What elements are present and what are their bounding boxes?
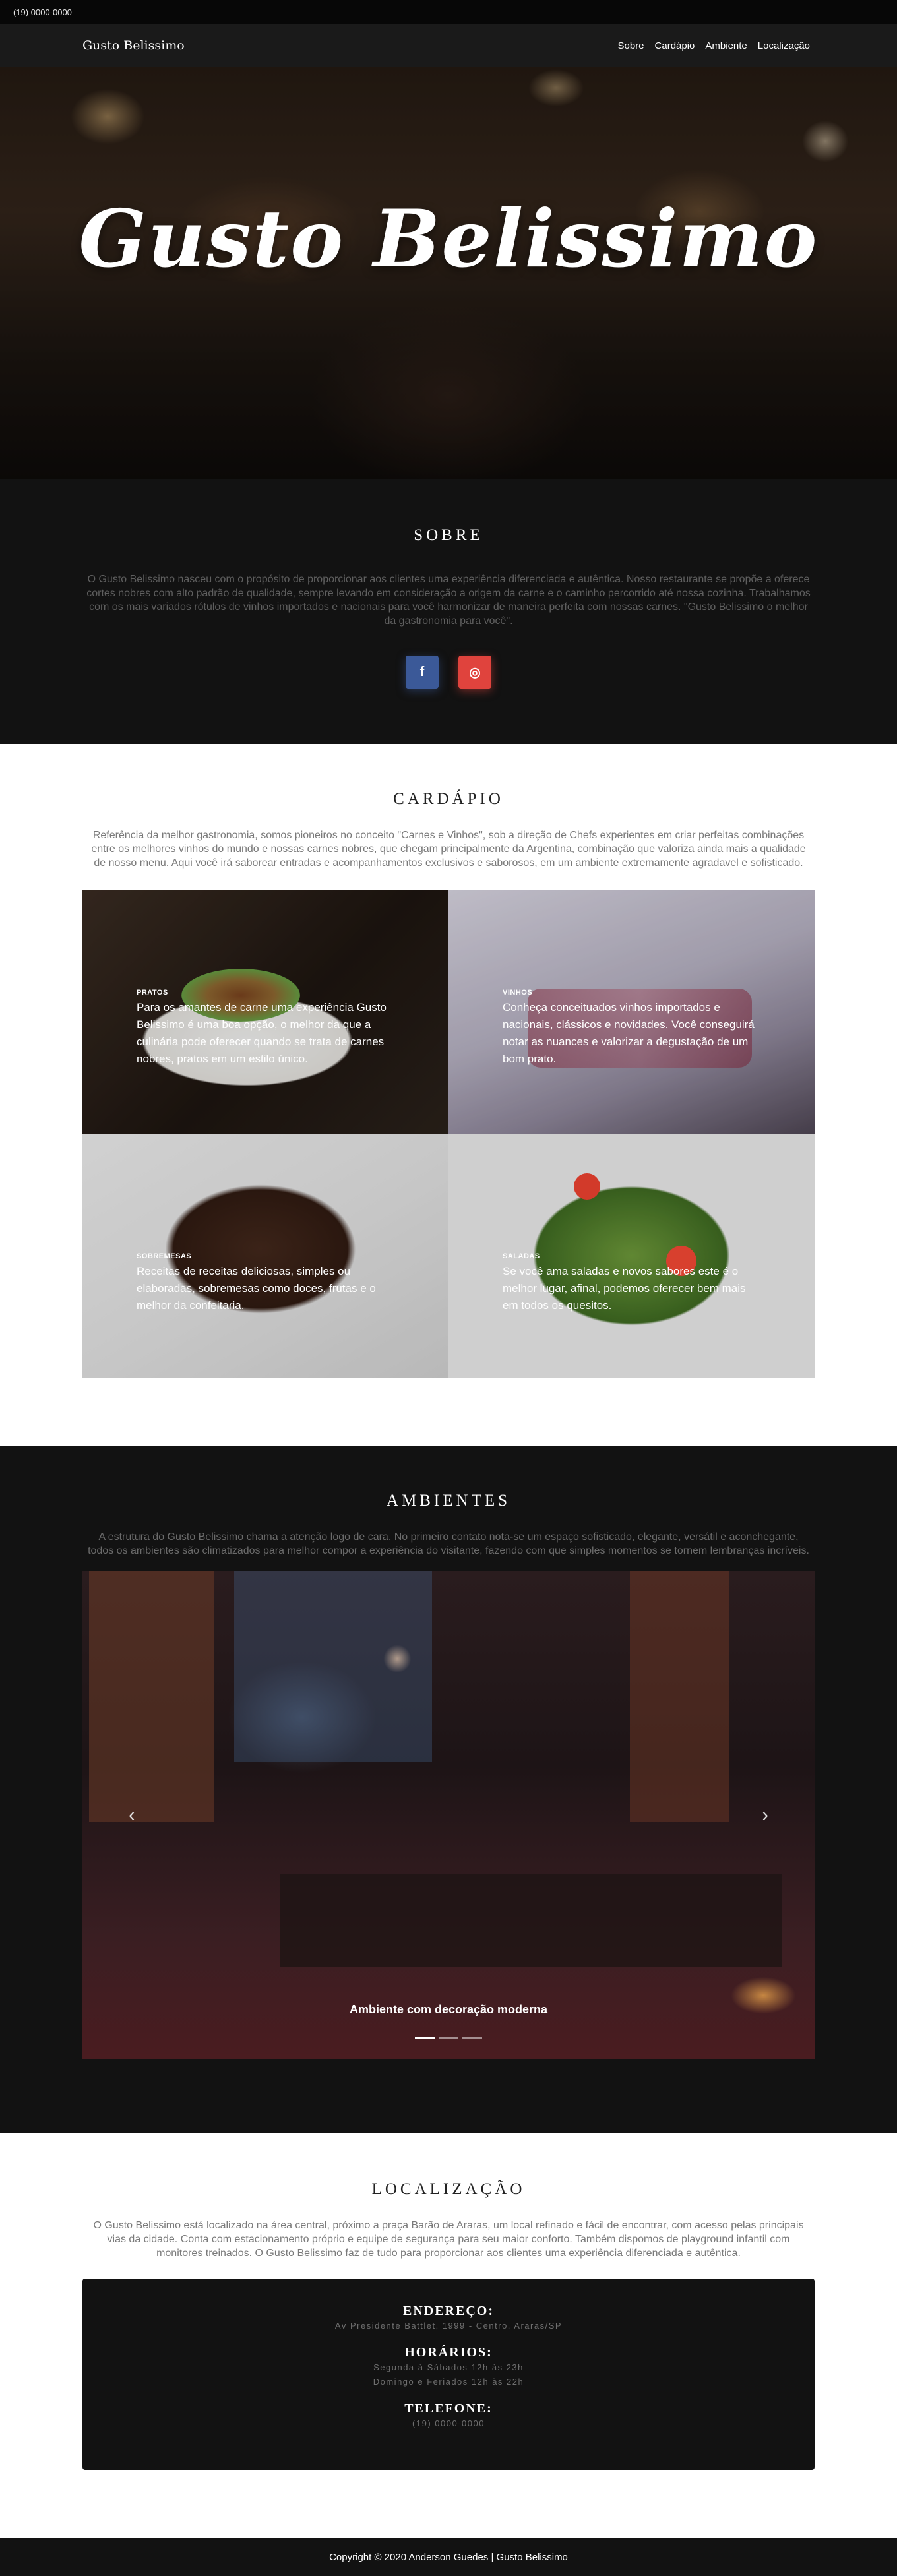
- info-card: ENDEREÇO: Av Presidente Battlet, 1999 - …: [82, 2279, 815, 2470]
- sobre-text: O Gusto Belissimo nasceu com o propósito…: [86, 574, 811, 627]
- facebook-button[interactable]: f: [406, 656, 439, 689]
- horarios-weekend: Domingo e Feriados 12h às 22h: [373, 2377, 524, 2387]
- topbar-phone: (19) 0000-0000: [13, 7, 72, 17]
- localizacao-title: LOCALIZAÇÃO: [371, 2180, 526, 2198]
- endereco-block: ENDEREÇO: Av Presidente Battlet, 1999 - …: [82, 2304, 815, 2333]
- menu-tile-saladas[interactable]: SALADAS Se você ama saladas e novos sabo…: [448, 1134, 815, 1378]
- cardapio-title: CARDÁPIO: [393, 790, 504, 808]
- carousel-indicator[interactable]: [462, 2037, 482, 2039]
- instagram-button[interactable]: ◎: [458, 656, 491, 689]
- endereco-title: ENDEREÇO:: [402, 2304, 494, 2318]
- ambientes-text: A estrutura do Gusto Belissimo chama a a…: [88, 1531, 809, 1556]
- sobre-title: SOBRE: [414, 526, 483, 544]
- social-links: f ◎: [0, 656, 897, 689]
- menu-caption-vinhos: VINHOS Conheça conceituados vinhos impor…: [503, 989, 760, 1068]
- tomato-image: [574, 1173, 600, 1200]
- nav-links: Sobre Cardápio Ambiente Localização: [618, 40, 811, 51]
- endereco-value: Av Presidente Battlet, 1999 - Centro, Ar…: [334, 2321, 563, 2331]
- wall-panel-image: [89, 1571, 214, 1822]
- ambientes-title: AMBIENTES: [386, 1492, 511, 1510]
- menu-caption-pratos: PRATOS Para os amantes de carne uma expe…: [137, 989, 394, 1068]
- menu-tile-pratos[interactable]: PRATOS Para os amantes de carne uma expe…: [82, 890, 448, 1134]
- hero-title: Gusto Belissimo: [78, 193, 819, 286]
- navbar: Gusto Belissimo Sobre Cardápio Ambiente …: [0, 24, 897, 67]
- section-localizacao: LOCALIZAÇÃO O Gusto Belissimo está local…: [0, 2133, 897, 2538]
- menu-title-saladas: SALADAS: [503, 1252, 540, 1260]
- menu-title-sobremesas: SOBREMESAS: [137, 1252, 192, 1260]
- window-image: [234, 1571, 432, 1762]
- nav-link-cardapio[interactable]: Cardápio: [655, 40, 695, 51]
- horarios-weekdays: Segunda à Sábados 12h às 23h: [373, 2362, 524, 2372]
- menu-title-vinhos: VINHOS: [503, 989, 533, 997]
- nav-link-ambiente[interactable]: Ambiente: [705, 40, 747, 51]
- menu-tile-sobremesas[interactable]: SOBREMESAS Receitas de receitas delicios…: [82, 1134, 448, 1378]
- wall-panel-image: [630, 1571, 729, 1822]
- facebook-icon: f: [419, 664, 425, 679]
- footer-copyright: Copyright © 2020 Anderson Guedes | Gusto…: [329, 2551, 568, 2563]
- menu-caption-saladas: SALADAS Se você ama saladas e novos sabo…: [503, 1252, 760, 1314]
- carousel-indicator[interactable]: [439, 2037, 458, 2039]
- topbar: (19) 0000-0000: [0, 0, 897, 24]
- menu-tile-vinhos[interactable]: VINHOS Conheça conceituados vinhos impor…: [448, 890, 815, 1134]
- menu-text-sobremesas: Receitas de receitas deliciosas, simples…: [137, 1265, 376, 1312]
- localizacao-text: O Gusto Belissimo está localizado na áre…: [93, 2220, 804, 2259]
- table-image: [280, 1874, 782, 1967]
- carousel-indicator[interactable]: [415, 2037, 435, 2039]
- menu-text-pratos: Para os amantes de carne uma experiência…: [137, 1001, 387, 1065]
- horarios-block: HORÁRIOS: Segunda à Sábados 12h às 23h D…: [82, 2345, 815, 2389]
- section-ambientes: AMBIENTES A estrutura do Gusto Belissimo…: [0, 1446, 897, 2133]
- cardapio-text: Referência da melhor gastronomia, somos …: [91, 830, 806, 869]
- instagram-icon: ◎: [469, 665, 481, 680]
- ambientes-carousel: ‹ › Ambiente com decoração moderna: [82, 1571, 815, 2059]
- menu-text-vinhos: Conheça conceituados vinhos importados e…: [503, 1001, 755, 1065]
- nav-link-localizacao[interactable]: Localização: [758, 40, 810, 51]
- menu-caption-sobremesas: SOBREMESAS Receitas de receitas delicios…: [137, 1252, 394, 1314]
- telefone-block: TELEFONE: (19) 0000-0000: [82, 2401, 815, 2431]
- menu-text-saladas: Se você ama saladas e novos sabores este…: [503, 1265, 746, 1312]
- carousel-caption: Ambiente com decoração moderna: [349, 2003, 548, 2016]
- menu-grid: PRATOS Para os amantes de carne uma expe…: [82, 890, 815, 1378]
- brand-link[interactable]: Gusto Belissimo: [82, 38, 185, 53]
- horarios-title: HORÁRIOS:: [404, 2345, 493, 2360]
- hero-banner: Gusto Belissimo: [0, 67, 897, 479]
- carousel-next-button[interactable]: ›: [762, 1804, 768, 1825]
- menu-title-pratos: PRATOS: [137, 989, 168, 997]
- section-cardapio: CARDÁPIO Referência da melhor gastronomi…: [0, 744, 897, 1446]
- telefone-title: TELEFONE:: [404, 2401, 493, 2416]
- carousel-indicators: [82, 2037, 815, 2039]
- section-sobre: SOBRE O Gusto Belissimo nasceu com o pro…: [0, 479, 897, 744]
- nav-link-sobre[interactable]: Sobre: [618, 40, 644, 51]
- telefone-value: (19) 0000-0000: [412, 2418, 485, 2428]
- carousel-prev-button[interactable]: ‹: [129, 1804, 135, 1825]
- footer: Copyright © 2020 Anderson Guedes | Gusto…: [0, 2538, 897, 2576]
